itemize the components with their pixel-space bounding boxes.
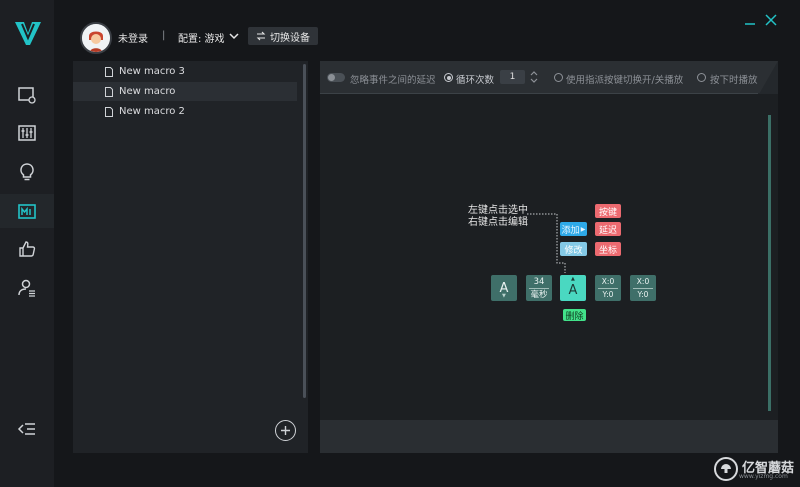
coord-y: Y:0 <box>602 289 614 299</box>
add-event-button[interactable]: 添加 ▶ <box>560 222 587 236</box>
key-up-event[interactable]: A ▼ <box>491 275 517 301</box>
coordinate-event[interactable]: X:0 Y:0 <box>595 275 621 301</box>
coord-x: X:0 <box>601 276 615 286</box>
toggle-by-key-radio[interactable] <box>554 73 563 82</box>
add-delay-event-button[interactable]: 延迟 <box>595 222 621 236</box>
edit-area-scrollbar[interactable] <box>768 115 771 411</box>
thumbs-up-icon <box>19 241 36 257</box>
add-coordinate-event-button[interactable]: 坐标 <box>595 242 621 256</box>
macro-name: New macro <box>119 86 176 97</box>
macro-name: New macro 2 <box>119 106 185 117</box>
plus-icon <box>281 426 290 435</box>
ignore-delay-label: 忽略事件之间的延迟 <box>350 75 436 86</box>
loop-count-input[interactable]: 1 <box>500 70 525 84</box>
user-settings-icon <box>18 279 35 297</box>
swap-icon <box>256 31 266 41</box>
avatar[interactable] <box>80 22 112 54</box>
document-icon <box>105 66 113 77</box>
add-key-event-button[interactable]: 按键 <box>595 204 621 218</box>
macro-icon <box>18 204 36 219</box>
equalizer-icon <box>18 125 36 141</box>
usage-hint: 左键点击选中 右键点击编辑 <box>468 205 528 229</box>
play-on-press-label: 按下时播放 <box>710 75 758 86</box>
macro-name: New macro 3 <box>119 66 185 77</box>
hint-line: 左键点击选中 <box>468 205 528 216</box>
delay-value: 34 <box>533 276 545 287</box>
arrow-down-icon: ▼ <box>502 293 506 299</box>
app-logo-icon <box>15 22 41 45</box>
hint-line: 右键点击编辑 <box>468 217 528 228</box>
add-macro-button[interactable] <box>275 420 296 441</box>
lightbulb-icon <box>20 163 34 181</box>
loop-count-radio[interactable] <box>444 73 453 82</box>
minimize-icon[interactable] <box>744 14 756 26</box>
sidebar-item-recommend[interactable] <box>0 232 54 266</box>
sidebar-item-equalizer[interactable] <box>0 116 54 150</box>
coord-y: Y:0 <box>637 289 649 299</box>
ignore-delay-toggle[interactable] <box>327 73 345 82</box>
key-down-event[interactable]: ▲ A <box>560 275 586 301</box>
watermark-url: www.yizmg.com <box>739 473 788 480</box>
close-icon[interactable] <box>764 13 778 27</box>
display-settings-icon <box>18 87 36 104</box>
event-key: A <box>568 282 578 298</box>
sidebar-item-lighting[interactable] <box>0 155 54 189</box>
mushroom-logo-icon <box>714 457 738 481</box>
loop-count-label: 循环次数 <box>456 75 495 86</box>
config-selector[interactable]: 配置: 游戏 <box>178 30 225 45</box>
editor-bottom-bar <box>320 420 778 453</box>
sidebar-item-display[interactable] <box>0 78 54 112</box>
user-avatar-icon <box>82 24 110 52</box>
collapse-sidebar-button[interactable] <box>0 412 54 446</box>
delete-event-button[interactable]: 删除 <box>563 309 586 322</box>
collapse-menu-icon <box>17 423 35 435</box>
sidebar-item-macro[interactable] <box>0 194 54 228</box>
header-separator: | <box>162 30 166 41</box>
document-icon <box>105 106 113 117</box>
arrow-up-icon: ▲ <box>571 276 575 282</box>
macro-list-item[interactable]: New macro 3 <box>73 62 297 81</box>
play-arrow-icon: ▶ <box>580 225 586 233</box>
login-status[interactable]: 未登录 <box>118 30 148 45</box>
add-label: 添加 <box>561 225 580 236</box>
delay-unit: 毫秒 <box>530 289 548 300</box>
delay-event[interactable]: 34 毫秒 <box>526 275 552 301</box>
sidebar-item-account[interactable] <box>0 271 54 305</box>
chevron-down-icon[interactable] <box>229 31 239 41</box>
coordinate-event[interactable]: X:0 Y:0 <box>630 275 656 301</box>
macro-list-item[interactable]: New macro 2 <box>73 102 297 121</box>
coord-x: X:0 <box>636 276 650 286</box>
play-on-press-radio[interactable] <box>697 73 706 82</box>
spinner-arrows-icon[interactable] <box>530 70 538 84</box>
macro-list-item[interactable]: New macro <box>73 82 297 101</box>
switch-device-button[interactable]: 切换设备 <box>248 27 318 45</box>
macro-list-scrollbar[interactable] <box>303 64 306 398</box>
edit-event-button[interactable]: 修改 <box>560 242 587 256</box>
toggle-by-key-label: 使用指派按键切换开/关播放 <box>566 75 684 86</box>
document-icon <box>105 86 113 97</box>
switch-device-label: 切换设备 <box>270 32 310 44</box>
macro-list-panel: New macro 3 New macro New macro 2 <box>73 61 308 453</box>
